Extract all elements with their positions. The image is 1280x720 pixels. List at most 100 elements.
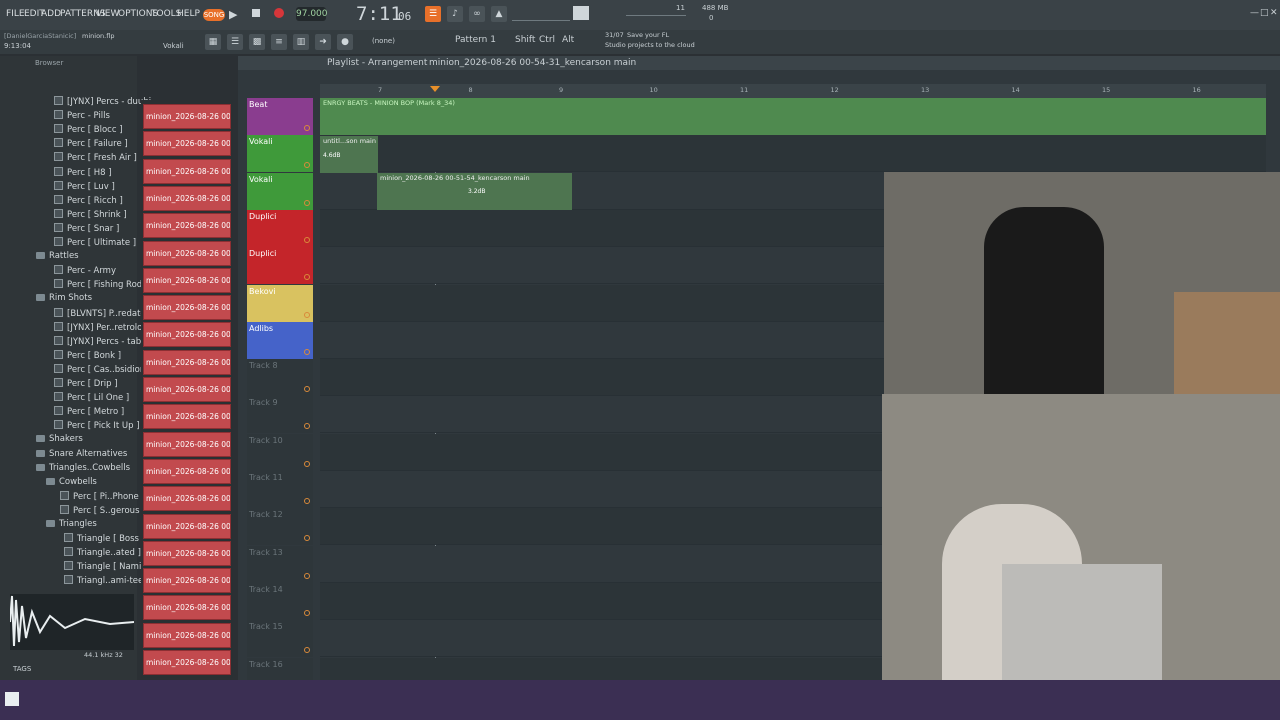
- browser-item[interactable]: Perc - Army: [54, 265, 116, 276]
- pattern-item[interactable]: minion_2026-08-26 00-...: [143, 267, 231, 293]
- pattern-item[interactable]: minion_2026-08-26 00-...: [143, 131, 231, 157]
- track-header[interactable]: Track 14: [247, 582, 313, 620]
- browser-item[interactable]: Triangles..Cowbells: [36, 463, 130, 473]
- vocal-clip-2[interactable]: minion_2026-08-26 00-51-54_kencarson mai…: [377, 173, 572, 210]
- browser-item[interactable]: Rim Shots: [36, 293, 92, 303]
- pattern-item[interactable]: minion_2026-08-26 00-...: [143, 568, 231, 594]
- browser-item[interactable]: Snare Alternatives: [36, 449, 127, 459]
- track-mute-led[interactable]: [304, 348, 310, 355]
- browser-item[interactable]: Perc [ Lil One ]: [54, 392, 129, 403]
- browser-item[interactable]: Cowbells: [46, 477, 97, 487]
- pattern-item[interactable]: minion_2026-08-26 00-...: [143, 622, 231, 648]
- pattern-item[interactable]: minion_2026-08-26 00-...: [143, 322, 231, 348]
- menu-add[interactable]: ADD: [41, 9, 61, 19]
- browser-item[interactable]: Triangle..ated ]: [64, 547, 141, 558]
- maximize-icon[interactable]: □: [1260, 8, 1269, 18]
- timeline-ruler[interactable]: 7 8 9 10 11 12 13 14 15 16: [320, 84, 1266, 98]
- record-icon[interactable]: [274, 8, 284, 18]
- browser-item[interactable]: [JYNX] Percs - duubi: [54, 96, 151, 107]
- track-header[interactable]: Duplici: [247, 209, 313, 247]
- minimize-icon[interactable]: —: [1250, 8, 1259, 18]
- browser-item[interactable]: Perc [ Fishing Rod ]: [54, 279, 148, 290]
- browser-item[interactable]: Perc - Pills: [54, 110, 110, 121]
- browser-item[interactable]: Perc [ Failure ]: [54, 138, 128, 149]
- tags-label[interactable]: TAGS: [13, 665, 31, 673]
- pattern-item[interactable]: minion_2026-08-26 00-...: [143, 486, 231, 512]
- browser-item[interactable]: Perc [ H8 ]: [54, 166, 112, 178]
- browser-item[interactable]: Perc [ Pi..Phone ]: [60, 490, 145, 502]
- pattern-item[interactable]: minion_2026-08-26 00-...: [143, 377, 231, 402]
- pattern-item[interactable]: minion_2026-08-26 00-...: [143, 349, 231, 375]
- browser-item[interactable]: Perc [ Metro ]: [54, 406, 124, 417]
- pattern-item[interactable]: minion_2026-08-26 00-...: [143, 213, 231, 239]
- pattern-item[interactable]: minion_2026-08-26 00-...: [143, 458, 231, 484]
- browser-item[interactable]: Perc [ Snar ]: [54, 222, 119, 234]
- browser-item[interactable]: Perc [ Bonk ]: [54, 349, 121, 361]
- browser-item[interactable]: Triangle [ Nami ]: [64, 561, 147, 572]
- pattern-item[interactable]: minion_2026-08-26 00-...: [143, 404, 231, 430]
- track-mute-led[interactable]: [304, 572, 310, 579]
- track-header[interactable]: Vokali: [247, 172, 313, 210]
- stop-icon[interactable]: [252, 9, 260, 17]
- pattern-item[interactable]: minion_2026-08-26 00-...: [143, 540, 231, 566]
- windows-start-icon[interactable]: [5, 692, 19, 706]
- sample-preview[interactable]: [9, 594, 135, 650]
- pattern-item[interactable]: minion_2026-08-26 00-...: [143, 295, 231, 321]
- browser-item[interactable]: Shakers: [36, 434, 83, 444]
- alt-button[interactable]: Alt: [562, 35, 574, 45]
- pattern-item[interactable]: minion_2026-08-26 00-...: [143, 513, 231, 539]
- browser-item[interactable]: Perc [ Fresh Air ]: [54, 152, 137, 163]
- browser-item[interactable]: [JYNX] Percs - taboo: [54, 335, 152, 347]
- track-mute-led[interactable]: [304, 460, 310, 467]
- piano-roll-icon[interactable]: ▩: [249, 34, 265, 50]
- master-volume-icon[interactable]: [573, 6, 589, 20]
- pattern-item[interactable]: minion_2026-08-26 00-...: [143, 240, 231, 266]
- countdown-icon[interactable]: ▲: [491, 6, 507, 22]
- browser-item[interactable]: Triangle [ Boss ]: [64, 533, 145, 544]
- news-line-2[interactable]: Studio projects to the cloud: [605, 41, 695, 49]
- pattern-item[interactable]: minion_2026-08-26 00-...: [143, 595, 231, 621]
- track-lane[interactable]: [320, 135, 1266, 173]
- browser-item[interactable]: Perc [ Luv ]: [54, 180, 115, 192]
- browser-item[interactable]: Perc [ Cas..bsidion ]: [54, 363, 151, 375]
- browser-item[interactable]: Rattles: [36, 251, 79, 261]
- track-header[interactable]: Beat: [247, 98, 313, 135]
- mixer-icon[interactable]: ▥: [293, 34, 309, 50]
- arrow-icon[interactable]: ➜: [315, 34, 331, 50]
- playhead-marker[interactable]: [430, 86, 440, 92]
- track-header[interactable]: Track 15: [247, 620, 313, 658]
- browser-icon[interactable]: ≡: [271, 34, 287, 50]
- song-mode-toggle[interactable]: SONG: [203, 9, 225, 21]
- track-mute-led[interactable]: [304, 236, 310, 243]
- browser-item[interactable]: Perc [ Drip ]: [54, 378, 118, 389]
- beat-clip[interactable]: ENRGY BEATS - MINION BOP (Mark 8_34): [320, 98, 1266, 135]
- track-header[interactable]: Adlibs: [247, 321, 313, 359]
- mic-icon[interactable]: ●: [337, 34, 353, 50]
- track-header[interactable]: Duplici: [247, 247, 313, 285]
- ctrl-button[interactable]: Ctrl: [539, 35, 555, 45]
- play-icon[interactable]: ▶: [229, 8, 243, 22]
- browser-item[interactable]: Triangles: [46, 519, 97, 529]
- browser-item[interactable]: [JYNX] Per..retrolog: [54, 321, 148, 333]
- wait-icon[interactable]: ∞: [469, 6, 485, 22]
- shift-button[interactable]: Shift: [515, 35, 535, 45]
- pattern-item[interactable]: minion_2026-08-26 00-...: [143, 158, 231, 184]
- vocal-clip-1[interactable]: untitl...son main 4.6dB: [320, 136, 378, 173]
- metronome-icon[interactable]: ♪: [447, 6, 463, 22]
- browser-item[interactable]: Perc [ Ricch ]: [54, 194, 123, 206]
- browser-item[interactable]: Perc [ Shrink ]: [54, 208, 127, 220]
- track-mute-led[interactable]: [304, 609, 310, 616]
- pattern-item[interactable]: minion_2026-08-26 00-...: [143, 431, 231, 457]
- track-header[interactable]: Track 13: [247, 545, 313, 583]
- tempo-display[interactable]: 97.000: [296, 7, 328, 21]
- pattern-song-icon[interactable]: ☰: [425, 6, 441, 22]
- track-mute-led[interactable]: [304, 498, 310, 504]
- pattern-select[interactable]: Pattern 1: [455, 35, 496, 45]
- channel-rack-icon[interactable]: ▦: [205, 34, 221, 50]
- pattern-item[interactable]: minion_2026-08-26 00-...: [143, 650, 231, 675]
- track-header[interactable]: Bekovi: [247, 284, 313, 322]
- menu-help[interactable]: HELP: [177, 9, 200, 19]
- track-header[interactable]: Track 9: [247, 396, 313, 434]
- news-line-1[interactable]: Save your FL: [627, 31, 669, 39]
- playlist-icon[interactable]: ☰: [227, 34, 243, 50]
